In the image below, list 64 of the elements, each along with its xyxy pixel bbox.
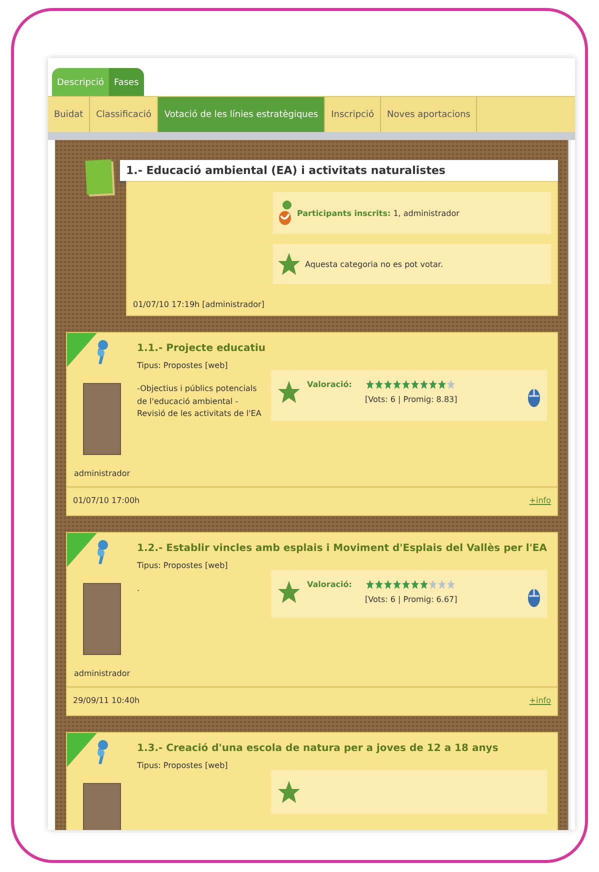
star-icon	[410, 580, 419, 589]
corner-ribbon-icon	[67, 333, 97, 367]
pushpin-icon	[95, 739, 109, 765]
star-icon	[374, 380, 383, 389]
proposal-title[interactable]: 1.1.- Projecte educatiu	[137, 343, 547, 354]
pushpin-icon	[95, 339, 109, 365]
tab[interactable]: Descripció	[52, 68, 109, 96]
rating-label: Valoració:	[307, 380, 352, 389]
star-icon	[366, 580, 374, 589]
corner-ribbon-icon	[67, 533, 97, 567]
proposal-type: Tipus: Propostes [web]	[137, 560, 229, 572]
star-icon	[410, 380, 419, 389]
vote-note: Aquesta categoria no es pot votar.	[305, 260, 443, 268]
date-text: 01/07/10 17:00h	[73, 496, 140, 505]
scrollbar[interactable]	[568, 140, 571, 830]
star-icon	[438, 380, 446, 389]
star-icon	[277, 580, 301, 604]
star-icon	[374, 580, 383, 589]
proposal-type: Tipus: Propostes [web]	[137, 760, 229, 772]
star-icon	[420, 580, 428, 589]
author-name: administrador	[74, 669, 130, 678]
star-icon	[277, 380, 301, 404]
pushpin-icon	[95, 539, 109, 565]
category-footer: 01/07/10 17:19h [administrador]	[133, 300, 551, 309]
rating-label: Valoració:	[307, 580, 352, 589]
proposal-description: .	[137, 582, 141, 595]
star-icon	[402, 380, 410, 389]
participants-text: Participants inscrits: 1, administrador	[297, 208, 460, 218]
author-name: administrador	[74, 469, 130, 478]
star-icon	[428, 380, 437, 389]
empty-star-icon	[438, 580, 446, 589]
mouse-icon	[527, 388, 541, 408]
star-icon	[277, 780, 301, 804]
category-title: 1.- Educació ambiental (EA) i activitats naturalistes	[120, 160, 558, 181]
empty-star-icon	[446, 380, 455, 389]
date-text: 29/09/11 10:40h	[73, 696, 140, 705]
photo-placeholder	[83, 383, 121, 455]
proposal-title[interactable]: 1.3.- Creació d'una escola de natura per a joves de 12 a 18 anys	[137, 743, 547, 754]
corner-ribbon-icon	[67, 733, 97, 767]
star-rating[interactable]	[366, 580, 455, 589]
sticky-note-icon	[85, 159, 113, 195]
proposal-type: Tipus: Propostes [web]	[137, 360, 229, 372]
star-icon	[392, 580, 401, 589]
star-icon	[366, 380, 374, 389]
empty-star-icon	[428, 580, 437, 589]
star-icon	[420, 380, 428, 389]
empty-star-icon	[446, 580, 455, 589]
star-icon	[384, 380, 392, 389]
star-icon	[402, 580, 410, 589]
votes-text: [Vots: 6 | Promig: 8.83]	[365, 395, 458, 404]
more-info-link[interactable]: +info	[529, 496, 551, 505]
person-icon	[277, 200, 293, 226]
star-icon	[392, 380, 401, 389]
tab[interactable]: Fases	[108, 68, 144, 96]
mouse-icon	[527, 588, 541, 608]
star-icon	[384, 580, 392, 589]
star-rating[interactable]	[366, 380, 455, 389]
phase-tab[interactable]: Votació de les línies estratègiques	[158, 97, 326, 132]
star-icon	[277, 252, 301, 276]
proposal-title[interactable]: 1.2.- Establir vincles amb esplais i Moviment d'Esplais del Vallès per l'EA	[137, 543, 547, 554]
photo-placeholder	[83, 583, 121, 655]
more-info-link[interactable]: +info	[529, 696, 551, 705]
proposal-description: -Objectius i públics potencials de l'educació ambiental - Revisió de les activitats de l'EA	[137, 382, 262, 420]
votes-text: [Vots: 6 | Promig: 6.67]	[365, 595, 458, 604]
